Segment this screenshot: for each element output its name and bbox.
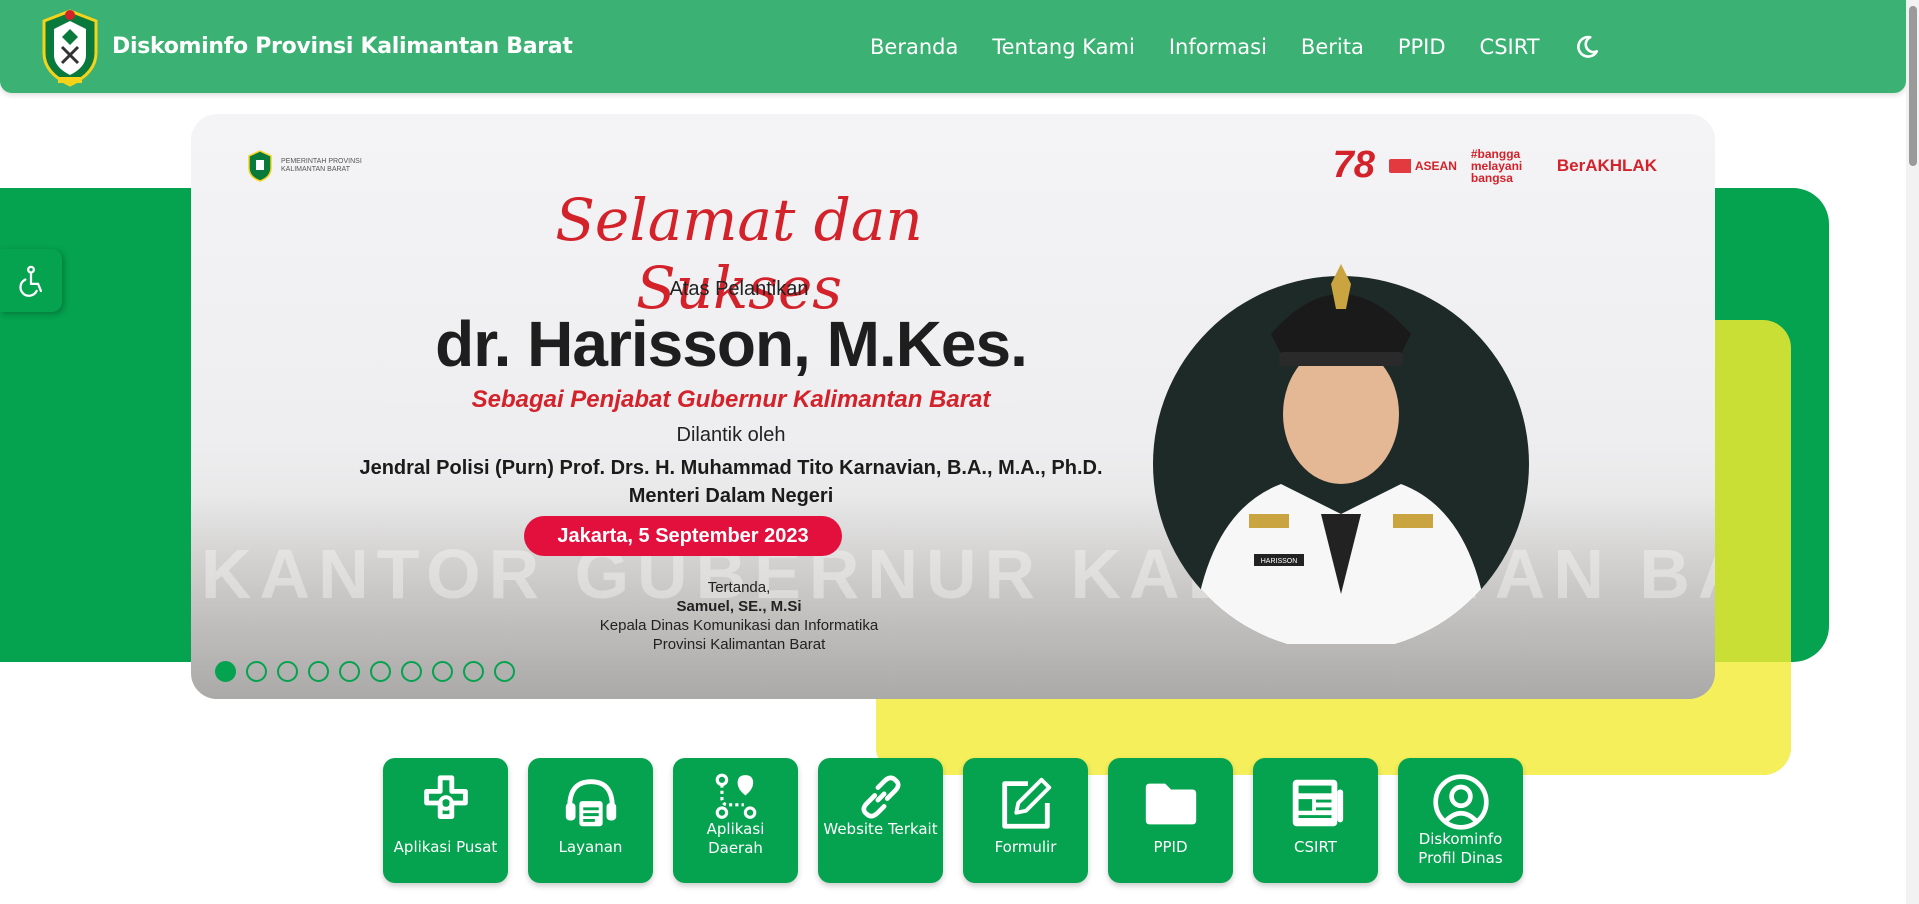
quick-link-label: CSIRT: [1294, 838, 1337, 856]
folder-icon: [1145, 783, 1196, 825]
carousel-dot[interactable]: [463, 661, 484, 682]
nav-ppid[interactable]: PPID: [1398, 35, 1446, 59]
quick-link-csirt[interactable]: CSIRT: [1253, 758, 1378, 883]
carousel-dot[interactable]: [401, 661, 422, 682]
asean-logo: ASEAN: [1388, 158, 1457, 173]
quick-link-label: PPID: [1153, 838, 1188, 856]
carousel-dot[interactable]: [277, 661, 298, 682]
carousel-dot[interactable]: [339, 661, 360, 682]
minister-name: Jendral Polisi (Purn) Prof. Drs. H. Muha…: [359, 457, 1103, 479]
quick-link-label: Formulir: [994, 838, 1057, 856]
portrait-name-tag: HARISSON: [1261, 558, 1298, 565]
quick-link-ppid[interactable]: PPID: [1108, 758, 1233, 883]
signer-name: Samuel, SE., M.Si: [676, 598, 802, 615]
quick-link-website-terkait[interactable]: Website Terkait: [818, 758, 943, 883]
newspaper-icon: [1292, 779, 1343, 827]
carousel-dot[interactable]: [215, 661, 236, 682]
edit-icon: [1001, 777, 1051, 829]
banner-role: Sebagai Penjabat Gubernur Kalimantan Bar…: [471, 386, 991, 413]
top-navbar: Diskominfo Provinsi Kalimantan Barat Ber…: [0, 0, 1906, 93]
gov-label-line1: PEMERINTAH PROVINSI: [281, 158, 362, 165]
banner-inaugurated-by: Dilantik oleh: [676, 424, 786, 446]
partner-logos: 78 ASEAN #bangga melayani bangsa BerAKHL…: [1333, 144, 1657, 187]
accessibility-button[interactable]: [0, 249, 62, 312]
banner-script-title: Selamat dan Sukses: [555, 186, 923, 322]
kalbar-small-emblem-icon: [248, 150, 272, 182]
quick-link-label: Layanan: [558, 838, 623, 856]
gov-logo: PEMERINTAH PROVINSI KALIMANTAN BARAT: [247, 150, 367, 182]
berakhlak-logo: BerAKHLAK: [1556, 155, 1657, 175]
site-title: Diskominfo Provinsi Kalimantan Barat: [112, 34, 573, 59]
nav-csirt[interactable]: CSIRT: [1480, 35, 1540, 59]
banner-subtitle: Atas Pelantikan: [669, 278, 809, 300]
banner-date-pill: Jakarta, 5 September 2023: [524, 516, 842, 556]
banner-signature: Tertanda, Samuel, SE., M.Si Kepala Dinas…: [489, 578, 989, 654]
bangga-melayani-logo: #bangga melayani bangsa: [1470, 146, 1523, 185]
banner-name: dr. Harisson, M.Kes.: [435, 308, 1028, 380]
quick-link-aplikasi-daerah[interactable]: Aplikasi Daerah: [673, 758, 798, 883]
kalbar-emblem-icon: [42, 8, 98, 87]
quick-links: Aplikasi Pusat Layanan Aplikasi Daerah W…: [383, 758, 1523, 883]
signer-region: Provinsi Kalimantan Barat: [652, 636, 826, 653]
carousel-dot[interactable]: [432, 661, 453, 682]
gov-label: PEMERINTAH PROVINSI KALIMANTAN BARAT: [277, 158, 367, 174]
puzzle-icon: [423, 775, 468, 819]
signer-title: Kepala Dinas Komunikasi dan Informatika: [599, 617, 879, 634]
quick-link-label: Website Terkait: [823, 820, 938, 838]
ri78-logo: 78: [1332, 144, 1375, 186]
quick-link-label: Diskominfo Profil Dinas: [1418, 830, 1503, 867]
wheelchair-icon: [19, 265, 43, 297]
route-icon: [715, 773, 756, 819]
nav-informasi[interactable]: Informasi: [1169, 35, 1267, 59]
quick-link-aplikasi-pusat[interactable]: Aplikasi Pusat: [383, 758, 508, 883]
carousel-dot[interactable]: [308, 661, 329, 682]
governor-portrait: HARISSON: [1153, 264, 1529, 644]
quick-link-layanan[interactable]: Layanan: [528, 758, 653, 883]
quick-link-label: Aplikasi Pusat: [393, 838, 498, 856]
page-scrollbar[interactable]: [1906, 0, 1919, 904]
quick-link-label: Aplikasi Daerah: [706, 820, 765, 857]
signed-label: Tertanda,: [707, 579, 771, 596]
nav-tentang-kami[interactable]: Tentang Kami: [992, 35, 1134, 59]
scroll-thumb[interactable]: [1909, 6, 1917, 166]
quick-link-formulir[interactable]: Formulir: [963, 758, 1088, 883]
main-nav: Beranda Tentang Kami Informasi Berita PP…: [870, 0, 1600, 93]
hero-carousel[interactable]: KANTOR GUBERNUR KALIMANTAN BARAT PEMERIN…: [191, 114, 1715, 699]
nav-beranda[interactable]: Beranda: [870, 35, 958, 59]
moon-icon[interactable]: [1574, 34, 1600, 60]
carousel-dots: [215, 661, 515, 682]
carousel-dot[interactable]: [494, 661, 515, 682]
brand[interactable]: Diskominfo Provinsi Kalimantan Barat: [38, 7, 573, 87]
service-icon: [565, 779, 616, 827]
quick-link-profil-dinas[interactable]: Diskominfo Profil Dinas: [1398, 758, 1523, 883]
minister-title: Menteri Dalam Negeri: [628, 485, 834, 507]
carousel-dot[interactable]: [370, 661, 391, 682]
banner-minister: Jendral Polisi (Purn) Prof. Drs. H. Muha…: [251, 454, 1211, 510]
link-icon: [860, 775, 901, 819]
carousel-dot[interactable]: [246, 661, 267, 682]
nav-berita[interactable]: Berita: [1301, 35, 1364, 59]
gov-label-line2: KALIMANTAN BARAT: [281, 166, 350, 173]
user-circle-icon: [1432, 774, 1489, 830]
